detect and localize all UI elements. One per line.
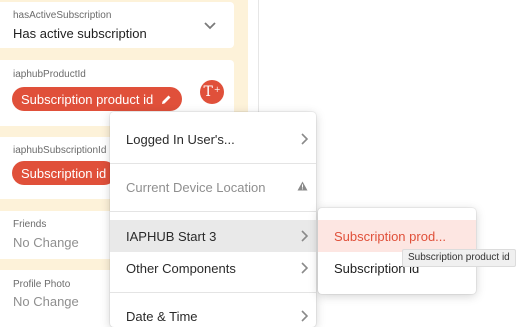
field-label: iaphubProductId — [13, 69, 86, 80]
field-has-active-subscription[interactable]: hasActiveSubscription Has active subscri… — [0, 2, 234, 48]
menu-divider — [110, 163, 316, 164]
product-id-pill[interactable]: Subscription product id — [12, 87, 183, 111]
warning-icon — [297, 181, 308, 191]
subscription-id-pill[interactable]: Subscription id — [12, 161, 117, 185]
pill-label: Subscription id — [21, 165, 107, 181]
chevron-right-icon — [301, 310, 308, 322]
chevron-right-icon — [301, 133, 308, 145]
pencil-icon[interactable] — [161, 94, 172, 105]
menu-item-logged-in-user[interactable]: Logged In User's... — [110, 123, 316, 155]
menu-item-current-device-location: Current Device Location — [110, 171, 316, 203]
field-label: iaphubSubscriptionId — [13, 145, 107, 156]
text-insert-icon[interactable]: T + — [200, 80, 224, 104]
menu-item-iaphub-start-3[interactable]: IAPHUB Start 3 — [110, 220, 316, 252]
chevron-right-icon — [301, 230, 308, 242]
menu-item-other-components[interactable]: Other Components — [110, 252, 316, 284]
field-value: No Change — [13, 235, 79, 250]
tooltip: Subscription product id — [402, 249, 516, 267]
field-value: Has active subscription — [13, 26, 147, 41]
field-label: Profile Photo — [13, 279, 71, 290]
chevron-down-icon[interactable] — [201, 16, 219, 34]
field-label: Friends — [13, 219, 47, 230]
insert-value-menu: Logged In User's... Current Device Locat… — [110, 112, 316, 327]
field-label: hasActiveSubscription — [13, 10, 112, 21]
pill-label: Subscription product id — [21, 91, 154, 107]
chevron-right-icon — [301, 262, 308, 274]
submenu-item-subscription-product-id[interactable]: Subscription prod... — [318, 220, 476, 252]
field-value: No Change — [13, 294, 79, 309]
menu-divider — [110, 292, 316, 293]
menu-divider — [110, 211, 316, 212]
